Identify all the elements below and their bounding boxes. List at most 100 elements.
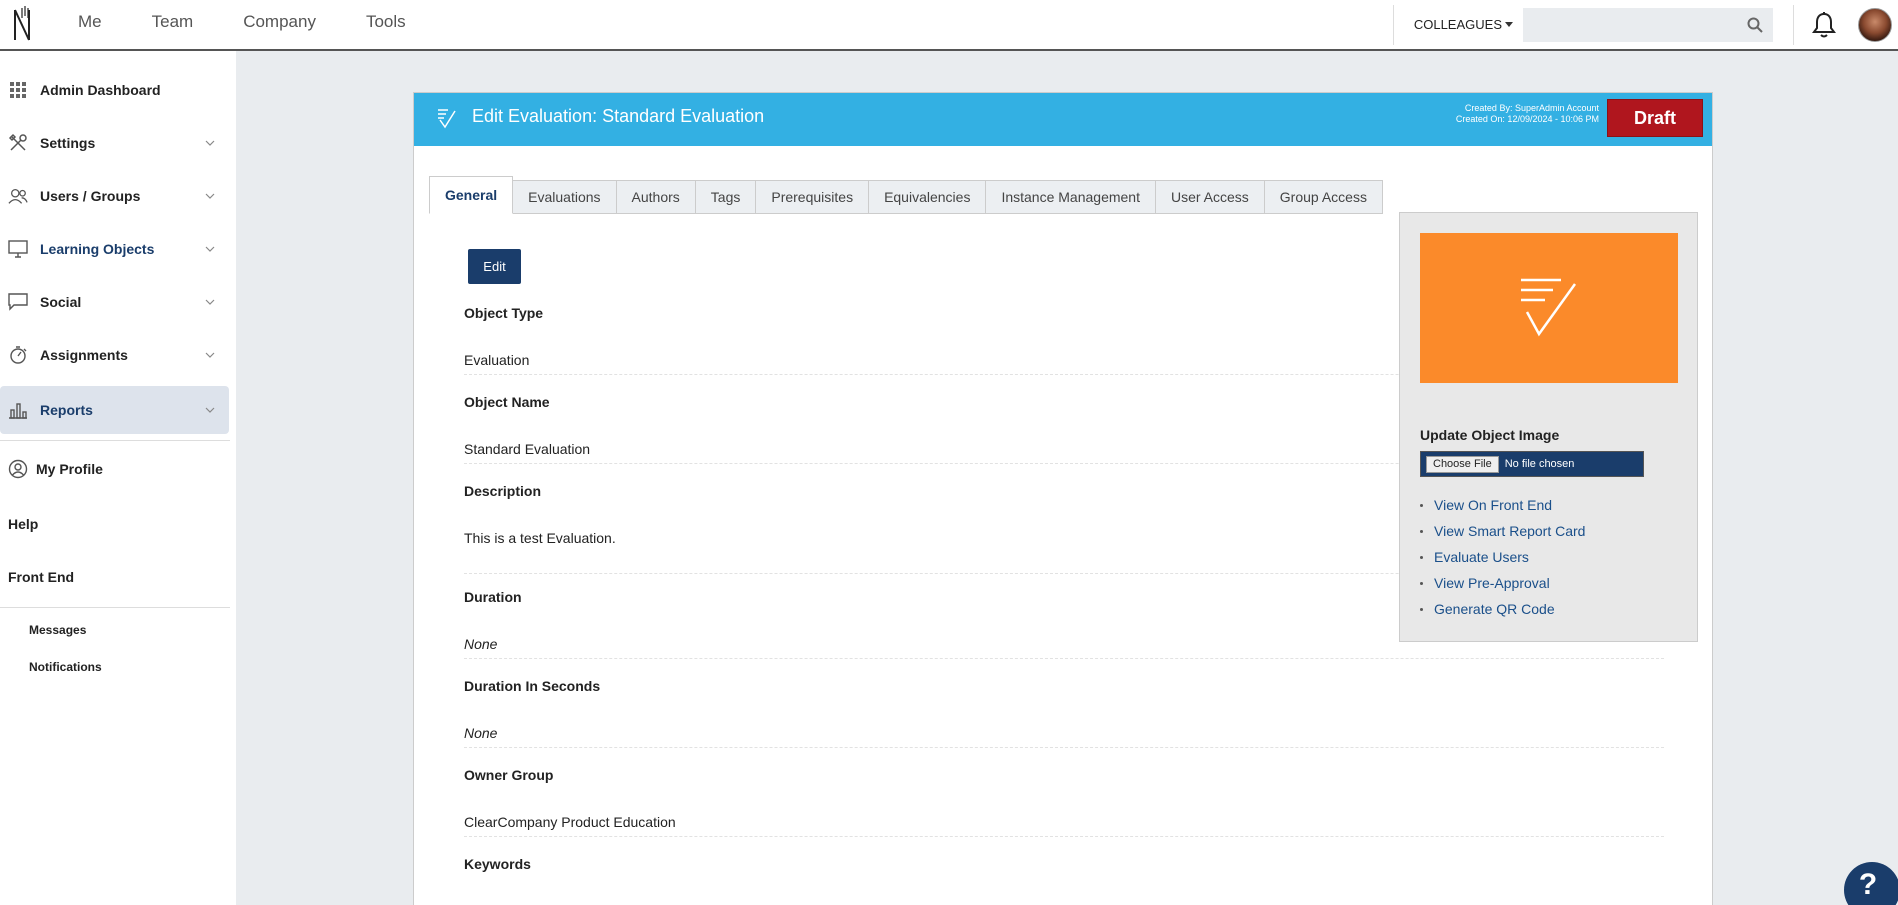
caret-down-icon [1505, 22, 1513, 27]
nav-me[interactable]: Me [78, 12, 102, 32]
object-image-panel: Update Object Image Choose File No file … [1399, 212, 1698, 642]
tab-equivalencies[interactable]: Equivalencies [869, 180, 987, 214]
user-circle-icon [8, 459, 28, 479]
help-button[interactable]: ? [1844, 862, 1898, 905]
sidebar-item-reports[interactable]: Reports [0, 386, 229, 434]
sidebar: Admin Dashboard Settings Users / Groups … [0, 51, 236, 905]
view-smart-report-card-link[interactable]: View Smart Report Card [1434, 523, 1585, 539]
page-title: Edit Evaluation: Standard Evaluation [472, 106, 765, 126]
sidebar-item-users-groups[interactable]: Users / Groups [0, 172, 229, 220]
object-links: View On Front End View Smart Report Card… [1420, 492, 1585, 622]
list-item: View On Front End [1420, 492, 1585, 518]
bar-chart-icon [8, 400, 28, 420]
list-item: Evaluate Users [1420, 544, 1585, 570]
edit-button[interactable]: Edit [468, 249, 521, 284]
choose-file-button[interactable]: Choose File [1426, 455, 1499, 473]
chevron-down-icon [205, 193, 215, 199]
notifications-bell[interactable] [1794, 5, 1854, 45]
field-label: Duration In Seconds [464, 678, 601, 694]
field-value: None [464, 725, 498, 741]
field-divider [464, 747, 1664, 748]
field-duration-in-seconds: Duration In Seconds None [464, 678, 1664, 748]
chevron-down-icon [205, 140, 215, 146]
evaluation-icon [438, 109, 456, 129]
logo[interactable] [12, 4, 34, 44]
evaluate-users-link[interactable]: Evaluate Users [1434, 549, 1529, 565]
sidebar-item-my-profile[interactable]: My Profile [0, 445, 229, 493]
nav-company[interactable]: Company [243, 12, 316, 32]
sidebar-divider [0, 607, 230, 608]
tab-user-access[interactable]: User Access [1155, 180, 1265, 214]
nav-team[interactable]: Team [152, 12, 194, 32]
nav-tools[interactable]: Tools [366, 12, 406, 32]
tools-icon [8, 133, 28, 153]
field-value: Evaluation [464, 352, 530, 368]
tab-evaluations[interactable]: Evaluations [513, 180, 617, 214]
sidebar-item-notifications[interactable]: Notifications [29, 660, 102, 674]
bullet [1420, 607, 1423, 611]
view-front-end-link[interactable]: View On Front End [1434, 497, 1552, 513]
avatar[interactable] [1858, 7, 1892, 42]
file-status: No file chosen [1504, 458, 1575, 470]
bullet [1420, 555, 1423, 559]
bullet [1420, 529, 1423, 533]
sidebar-item-label: Users / Groups [40, 188, 141, 204]
chevron-down-icon [205, 299, 215, 305]
object-image [1420, 233, 1678, 383]
sidebar-item-messages[interactable]: Messages [29, 623, 86, 637]
sidebar-item-label: Admin Dashboard [40, 82, 161, 98]
search-input[interactable] [1523, 7, 1773, 42]
tab-instance-management[interactable]: Instance Management [986, 180, 1156, 214]
chevron-down-icon [205, 407, 215, 413]
field-divider [464, 658, 1664, 659]
bullet [1420, 503, 1423, 507]
sidebar-item-label: Settings [40, 135, 96, 151]
sidebar-item-learning-objects[interactable]: Learning Objects [0, 225, 229, 273]
list-item: View Pre-Approval [1420, 570, 1585, 596]
top-bar: Me Team Company Tools COLLEAGUES [0, 0, 1898, 51]
view-pre-approval-link[interactable]: View Pre-Approval [1434, 575, 1550, 591]
evaluation-icon [1521, 278, 1577, 337]
top-right: COLLEAGUES [1392, 0, 1898, 49]
list-item: View Smart Report Card [1420, 518, 1585, 544]
sidebar-item-settings[interactable]: Settings [0, 119, 229, 167]
field-label: Keywords [464, 856, 531, 872]
field-divider [464, 836, 1664, 837]
sidebar-item-help[interactable]: Help [8, 516, 38, 532]
sidebar-item-assignments[interactable]: Assignments [0, 331, 229, 379]
file-input[interactable]: Choose File No file chosen [1420, 451, 1644, 477]
created-meta: Created By: SuperAdmin Account Created O… [1456, 103, 1599, 125]
colleagues-dropdown[interactable]: COLLEAGUES [1394, 17, 1523, 32]
tab-bar: General Evaluations Authors Tags Prerequ… [429, 176, 1383, 214]
sidebar-item-label: My Profile [36, 461, 103, 477]
sidebar-item-label: Social [40, 294, 82, 310]
users-icon [8, 186, 28, 206]
tab-group-access[interactable]: Group Access [1264, 180, 1383, 214]
chat-icon [8, 292, 28, 312]
monitor-icon [8, 239, 28, 259]
update-image-title: Update Object Image [1420, 427, 1560, 443]
sidebar-item-label: Reports [40, 402, 93, 418]
sidebar-item-social[interactable]: Social [0, 278, 229, 326]
tab-prerequisites[interactable]: Prerequisites [756, 180, 870, 214]
search-box [1523, 7, 1773, 42]
stopwatch-icon [8, 345, 28, 365]
grid-icon [8, 80, 28, 100]
tab-authors[interactable]: Authors [616, 180, 696, 214]
sidebar-divider [0, 440, 230, 441]
generate-qr-code-link[interactable]: Generate QR Code [1434, 601, 1555, 617]
sidebar-item-label: Learning Objects [40, 241, 155, 257]
sidebar-item-front-end[interactable]: Front End [8, 569, 74, 585]
tab-general[interactable]: General [429, 176, 514, 214]
sidebar-item-admin-dashboard[interactable]: Admin Dashboard [0, 66, 229, 114]
field-value: Standard Evaluation [464, 441, 591, 457]
created-by: Created By: SuperAdmin Account [1464, 103, 1599, 113]
sidebar-item-label: Assignments [40, 347, 128, 363]
draft-status-button[interactable]: Draft [1607, 99, 1703, 137]
field-label: Owner Group [464, 767, 554, 783]
top-nav: Me Team Company Tools [78, 0, 456, 44]
card-header: Edit Evaluation: Standard Evaluation Cre… [414, 93, 1712, 146]
search-icon[interactable] [1747, 17, 1763, 33]
field-value: ClearCompany Product Education [464, 814, 676, 830]
tab-tags[interactable]: Tags [695, 180, 757, 214]
